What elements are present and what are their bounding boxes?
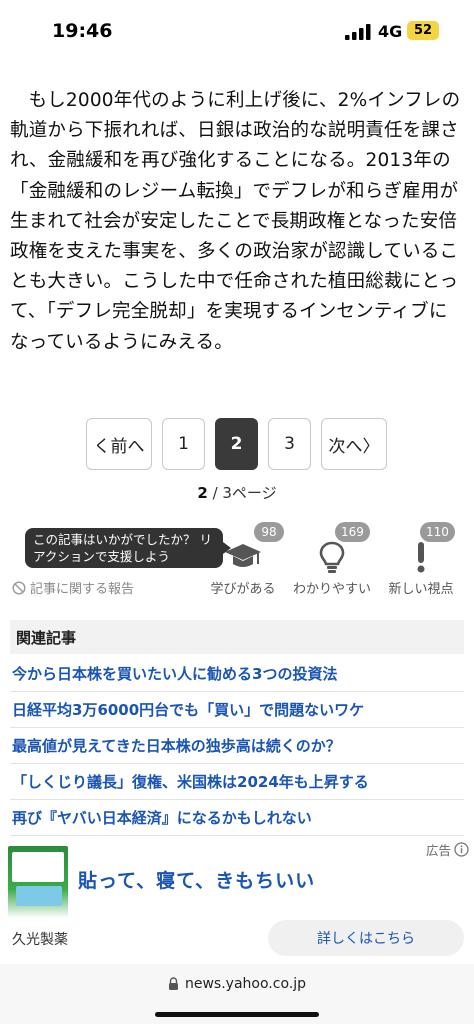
related-article-link[interactable]: 最高値が見えてきた日本株の独歩高は続くのか？ [10, 728, 464, 764]
ad-headline[interactable]: 貼って、寝て、きもちいい [78, 866, 315, 893]
reaction-label: わかりやすい [292, 582, 371, 597]
prohibited-icon [12, 580, 26, 595]
info-icon[interactable] [454, 842, 469, 857]
report-link[interactable]: 記事に関する報告 [12, 578, 134, 597]
related-article-link[interactable]: 再び『ヤバい日本経済』になるかもしれない [10, 800, 464, 836]
reaction-learning-button[interactable]: 98 学びがある [198, 522, 288, 598]
reaction-count: 110 [420, 522, 455, 542]
prev-page-button[interactable]: く前へ [86, 418, 152, 470]
related-article-link[interactable]: 日経平均3万6000円台でも「買い」で問題ないワケ [10, 692, 464, 728]
exclamation-icon [417, 542, 425, 573]
ad-product-box [12, 852, 64, 882]
reaction-new-perspective-button[interactable]: 110 新しい視点 [376, 522, 466, 598]
ad-label-text: 広告 [426, 843, 452, 858]
current-page-number: 2 [197, 484, 208, 502]
related-article-link[interactable]: 今から日本株を買いたい人に勧める3つの投資法 [10, 656, 464, 692]
ad-footer: 久光製薬 詳しくはこちら [0, 918, 474, 960]
ad-product-image[interactable] [8, 846, 68, 918]
ad-cta-button[interactable]: 詳しくはこちら [268, 920, 464, 956]
reaction-tooltip: この記事はいかがでしたか？ リアクションで支援しよう [25, 528, 231, 568]
status-bar: 19:46 4G 52 [0, 0, 474, 64]
page-indicator: 2 / 3ページ [0, 482, 474, 503]
network-type: 4G [378, 22, 403, 41]
page-total-text: / 3ページ [207, 484, 277, 502]
article-paragraph: もし2000年代のように利上げ後に、2%インフレの軌道から下振れれば、日銀は政治… [10, 90, 461, 353]
related-articles-list: 今から日本株を買いたい人に勧める3つの投資法 日経平均3万6000円台でも「買い… [10, 656, 464, 836]
home-indicator [155, 1012, 319, 1017]
graduation-cap-icon [225, 544, 261, 567]
ad-advertiser: 久光製薬 [12, 932, 68, 948]
pagination: く前へ 1 2 3 次へ〉 [86, 418, 387, 470]
next-page-button[interactable]: 次へ〉 [321, 418, 387, 470]
ad-product-box-secondary [16, 886, 62, 906]
page-1-button[interactable]: 1 [162, 418, 205, 470]
url-display[interactable]: news.yahoo.co.jp [0, 976, 474, 992]
related-article-link[interactable]: 「しくじり議長」復権、米国株は2024年も上昇する [10, 764, 464, 800]
page-2-button[interactable]: 2 [215, 418, 258, 470]
reaction-count: 98 [254, 522, 284, 542]
ad-label: 広告 [426, 840, 469, 859]
cellular-signal-icon [345, 24, 371, 40]
related-articles-heading: 関連記事 [10, 620, 464, 654]
page-3-button[interactable]: 3 [268, 418, 311, 470]
battery-icon: 52 [407, 21, 439, 40]
reaction-count: 169 [335, 522, 370, 542]
reaction-label: 新しい視点 [388, 582, 454, 597]
lightbulb-icon [319, 541, 345, 573]
lock-icon [169, 977, 178, 990]
report-label: 記事に関する報告 [30, 582, 135, 597]
reaction-clear-button[interactable]: 169 わかりやすい [287, 522, 377, 598]
url-text: news.yahoo.co.jp [185, 976, 306, 992]
browser-url-bar[interactable]: news.yahoo.co.jp [0, 964, 474, 1024]
reaction-label: 学びがある [210, 582, 276, 597]
status-time: 19:46 [52, 20, 113, 42]
